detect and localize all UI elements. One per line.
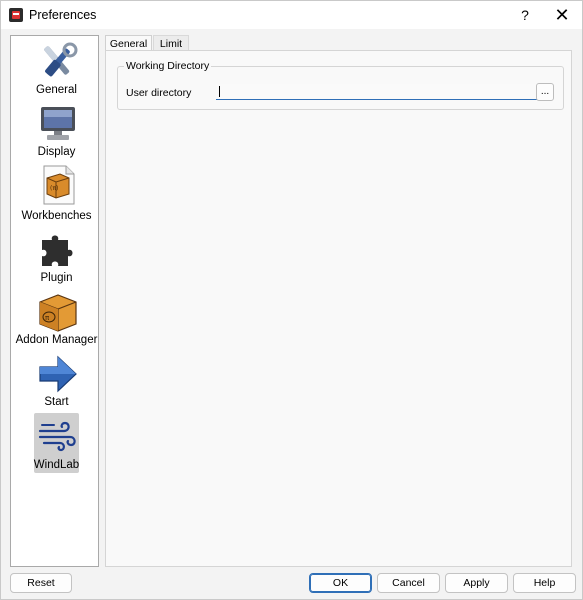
svg-text:(π): (π)	[50, 185, 58, 192]
box-icon: π	[36, 290, 80, 334]
working-directory-group: Working Directory User directory ...	[117, 60, 564, 110]
app-icon	[9, 8, 23, 22]
sidebar-item-label: Display	[37, 146, 76, 158]
tab-general[interactable]: General	[105, 35, 152, 51]
help-button[interactable]: Help	[513, 573, 576, 593]
sidebar-item-label: Plugin	[40, 272, 73, 284]
monitor-icon	[36, 102, 80, 146]
preferences-page-list: General Display (π) Workbenches Plugin π…	[10, 35, 99, 567]
group-title: Working Directory	[124, 60, 212, 72]
sidebar-item-addon-manager[interactable]: π Addon Manager	[11, 290, 98, 350]
tab-limit[interactable]: Limit	[153, 35, 189, 51]
apply-button[interactable]: Apply	[445, 573, 508, 593]
sidebar-item-windlab[interactable]: WindLab	[11, 413, 98, 473]
sidebar-item-label: WindLab	[33, 459, 80, 471]
sidebar-item-general[interactable]: General	[11, 40, 98, 98]
puzzle-piece-icon	[36, 228, 80, 272]
sidebar-item-plugin[interactable]: Plugin	[11, 228, 98, 286]
wind-icon	[36, 415, 80, 459]
package-document-icon: (π)	[36, 164, 80, 208]
sidebar-item-label: Workbenches	[21, 210, 92, 222]
reset-button[interactable]: Reset	[10, 573, 72, 593]
arrow-right-icon	[36, 352, 80, 396]
sidebar-item-label: General	[36, 84, 77, 96]
window-title: Preferences	[29, 8, 97, 22]
title-bar: Preferences ? ✕	[1, 1, 582, 29]
browse-button[interactable]: ...	[536, 83, 554, 101]
ok-button[interactable]: OK	[309, 573, 372, 593]
general-tab-panel: Working Directory User directory ...	[105, 50, 572, 567]
preferences-dialog: Preferences ? ✕ General Display (π) Work…	[0, 0, 583, 600]
sidebar-item-label: Addon Manager	[15, 334, 98, 346]
close-button[interactable]: ✕	[547, 4, 577, 26]
tools-icon	[36, 40, 80, 84]
sidebar-item-label: Start	[44, 396, 69, 408]
sidebar-item-display[interactable]: Display	[11, 102, 98, 160]
user-directory-input[interactable]	[216, 84, 537, 100]
text-caret	[219, 86, 220, 97]
sidebar-item-workbenches[interactable]: (π) Workbenches	[11, 164, 98, 224]
sidebar-item-start[interactable]: Start	[11, 352, 98, 410]
cancel-button[interactable]: Cancel	[377, 573, 440, 593]
user-directory-label: User directory	[126, 87, 192, 99]
help-title-button[interactable]: ?	[511, 4, 539, 26]
